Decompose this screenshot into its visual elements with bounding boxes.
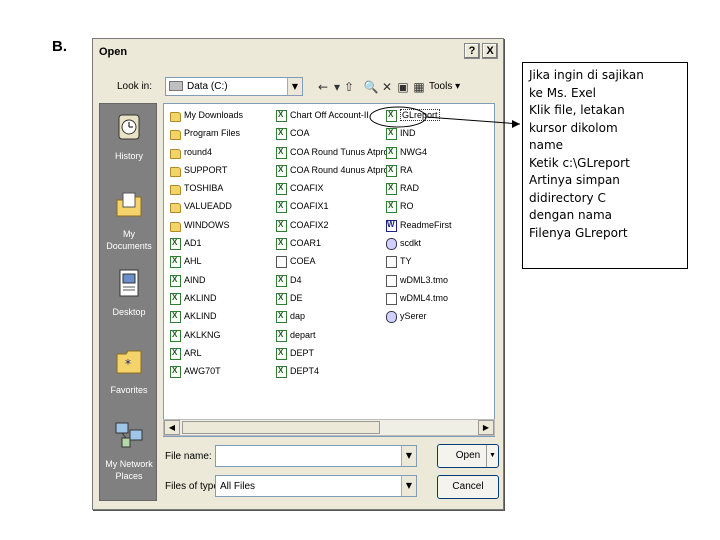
- callout-line: ke Ms. Exel: [529, 85, 596, 100]
- instruction-callout: Jika ingin di sajikan ke Ms. Exel Klik f…: [522, 62, 688, 269]
- callout-line: Filenya GLreport: [529, 225, 628, 240]
- callout-line: didirectory C: [529, 190, 606, 205]
- callout-line: name: [529, 138, 564, 152]
- highlight-ellipse: [369, 106, 427, 128]
- connector-line: [425, 116, 521, 125]
- callout-line: Klik file, letakan: [529, 103, 625, 117]
- callout-line: Ketik c:\GLreport: [529, 155, 630, 170]
- callout-line: dengan nama: [529, 208, 612, 222]
- callout-line: Artinya simpan: [529, 173, 620, 187]
- callout-line: kursor dikolom: [529, 120, 618, 135]
- callout-line: Jika ingin di sajikan: [529, 68, 644, 82]
- arrow-head-icon: [512, 120, 520, 128]
